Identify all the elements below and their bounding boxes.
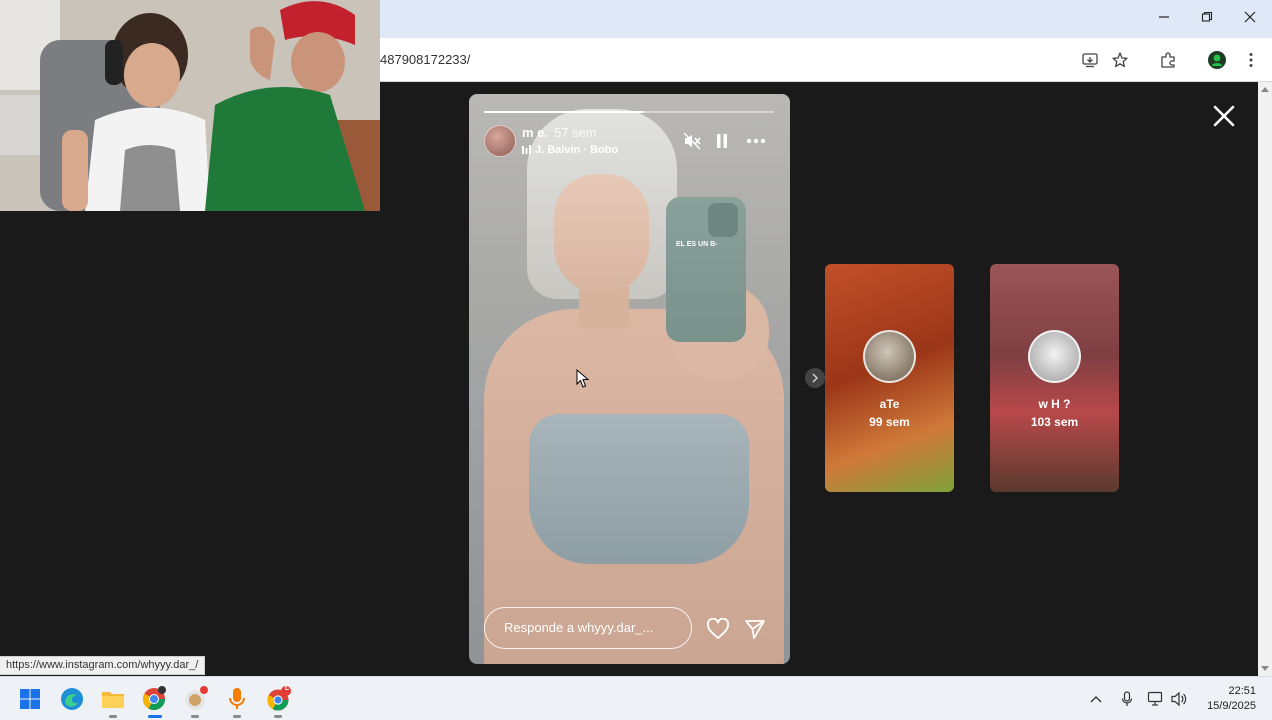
story-time-ago: 57 sem <box>554 125 597 140</box>
restore-icon[interactable] <box>1196 8 1218 30</box>
story-reply-input[interactable]: Responde a whyyy.dar_... <box>484 607 692 649</box>
chrome-profile-icon[interactable]: L <box>264 685 292 713</box>
network-icon[interactable] <box>1146 689 1166 709</box>
story-music-label: J. Balvin · Bobo <box>535 144 619 156</box>
close-story-icon[interactable] <box>1210 102 1238 130</box>
send-direct-icon[interactable] <box>742 616 768 642</box>
page-left-area <box>0 211 380 676</box>
active-app-indicator <box>148 715 162 718</box>
recording-app-icon[interactable] <box>181 685 209 713</box>
preview-time-ago: 103 sem <box>1030 415 1079 429</box>
chrome-icon[interactable] <box>140 685 168 713</box>
scrollbar[interactable] <box>1258 82 1272 676</box>
app-running-indicator <box>233 715 241 718</box>
story-progress-bar <box>484 111 774 113</box>
story-preview-card[interactable]: w H ? 103 sem <box>990 264 1119 492</box>
story-music[interactable]: J. Balvin · Bobo <box>522 144 618 156</box>
app-running-indicator <box>109 715 117 718</box>
volume-icon[interactable] <box>1169 689 1189 709</box>
profile-avatar[interactable] <box>1206 49 1228 71</box>
like-heart-icon[interactable] <box>705 616 731 642</box>
microphone-app-icon[interactable] <box>223 685 251 713</box>
extensions-icon[interactable] <box>1157 49 1179 71</box>
story-photo-face <box>554 174 649 294</box>
music-bars-icon <box>522 145 531 154</box>
pause-icon[interactable] <box>711 130 733 152</box>
edge-browser-icon[interactable] <box>58 685 86 713</box>
more-options-icon[interactable] <box>745 130 767 152</box>
preview-time-ago: 99 sem <box>869 415 910 429</box>
status-bar-link: https://www.instagram.com/whyyy.dar_/ <box>0 656 206 675</box>
preview-user-avatar <box>863 330 916 383</box>
profile-badge-letter: L <box>284 685 290 692</box>
story-card[interactable]: EL ES UN B- m e. 57 sem J. Balvin · Bobo… <box>469 94 790 664</box>
app-running-indicator <box>274 715 282 718</box>
screen: 487908172233/ EL ES UN B- m e. 57 sem J.… <box>0 0 1272 720</box>
windows-start-icon[interactable] <box>16 685 44 713</box>
file-explorer-icon[interactable] <box>99 685 127 713</box>
taskbar: L 22:51 15/9/2025 <box>0 676 1272 720</box>
phone-camera-module <box>708 203 738 237</box>
taskbar-clock-date[interactable]: 15/9/2025 <box>1196 700 1256 712</box>
taskbar-clock-time[interactable]: 22:51 <box>1212 685 1256 697</box>
window-close-icon[interactable] <box>1239 8 1261 30</box>
story-username[interactable]: m e. <box>522 125 548 140</box>
mute-icon[interactable] <box>681 130 703 152</box>
tray-chevron-up-icon[interactable] <box>1086 689 1106 709</box>
app-running-indicator <box>191 715 199 718</box>
mouse-cursor-icon <box>576 369 590 388</box>
webcam-overlay <box>0 0 380 211</box>
next-story-chevron-icon[interactable] <box>805 368 825 388</box>
preview-username: aTe <box>879 397 900 411</box>
story-preview-card[interactable]: aTe 99 sem <box>825 264 954 492</box>
minimize-icon[interactable] <box>1153 8 1175 30</box>
preview-username: w H ? <box>1038 397 1071 411</box>
story-photo-phone: EL ES UN B- <box>666 197 746 342</box>
story-user-avatar[interactable] <box>484 125 516 157</box>
microphone-tray-icon[interactable] <box>1117 689 1137 709</box>
story-progress-fill <box>484 111 644 113</box>
preview-user-avatar <box>1028 330 1081 383</box>
story-photo-top <box>529 414 749 564</box>
install-app-icon[interactable] <box>1079 49 1101 71</box>
url-text[interactable]: 487908172233/ <box>380 52 470 67</box>
phone-case-text: EL ES UN B- <box>676 241 718 248</box>
browser-menu-icon[interactable] <box>1240 49 1262 71</box>
bookmark-star-icon[interactable] <box>1109 49 1131 71</box>
